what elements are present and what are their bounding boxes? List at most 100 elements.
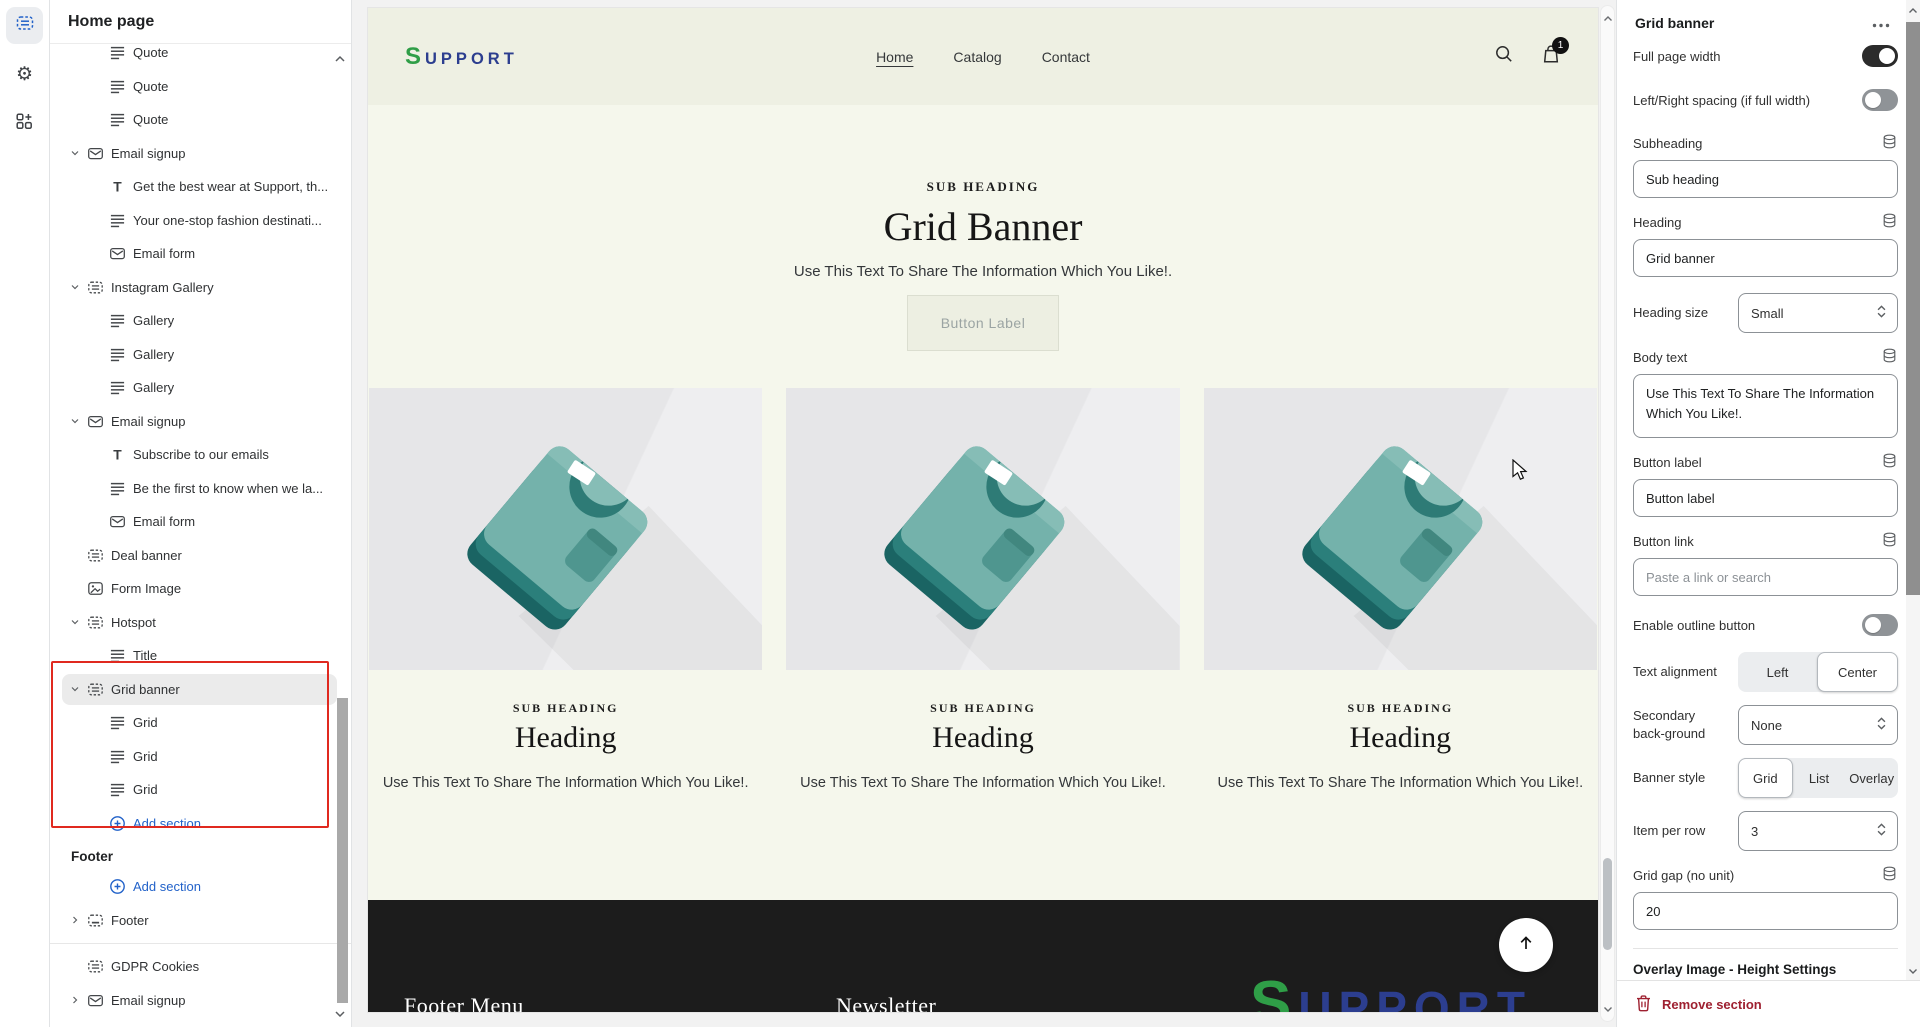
tree-row-email-signup[interactable]: Email signup (50, 984, 351, 1018)
more-options-icon[interactable] (1872, 16, 1890, 31)
full-page-width-toggle[interactable] (1862, 45, 1898, 67)
search-icon[interactable] (1494, 44, 1514, 69)
sections-rail-button[interactable] (6, 7, 43, 44)
heading-size-select[interactable]: Small (1738, 293, 1898, 333)
grid-card-3[interactable]: SUB HEADINGHeadingUse This Text To Share… (1204, 388, 1597, 791)
tree-row-your-one-stop-fashion-destinati[interactable]: Your one-stop fashion destinati... (50, 204, 351, 238)
button-link-input[interactable] (1633, 558, 1898, 596)
row-background (62, 707, 337, 739)
text-alignment-option-center[interactable]: Center (1817, 652, 1898, 692)
tree-row-footer[interactable]: Footer (50, 904, 351, 938)
dynamic-source-icon[interactable] (1881, 452, 1898, 472)
dynamic-source-icon[interactable] (1881, 347, 1898, 367)
tree-row-quote[interactable]: Quote (50, 103, 351, 137)
section-tree: QuoteQuoteQuoteEmail signupTGet the best… (50, 44, 351, 840)
tree-row-label: Add section (133, 879, 201, 894)
chevron-down-icon[interactable] (66, 683, 84, 695)
nav-link-contact[interactable]: Contact (1042, 49, 1090, 65)
tree-row-email-form[interactable]: Email form (50, 237, 351, 271)
tree-row-subscribe-to-our-emails[interactable]: TSubscribe to our emails (50, 438, 351, 472)
tree-row-hotspot[interactable]: Hotspot (50, 606, 351, 640)
tree-row-be-the-first-to-know-when-we-la[interactable]: Be the first to know when we la... (50, 472, 351, 506)
text-alignment-option-left[interactable]: Left (1738, 652, 1817, 692)
grid-card-1[interactable]: SUB HEADINGHeadingUse This Text To Share… (369, 388, 762, 791)
tree-row-quote[interactable]: Quote (50, 44, 351, 70)
grid-card-2[interactable]: SUB HEADINGHeadingUse This Text To Share… (786, 388, 1179, 791)
chevron-down-icon[interactable] (66, 281, 84, 293)
chevron-right-icon[interactable] (66, 914, 84, 926)
card-body-text: Use This Text To Share The Information W… (786, 775, 1179, 791)
store-logo[interactable]: SUPPORT (405, 43, 518, 71)
banner-style-segmented: GridListOverlay (1738, 758, 1898, 798)
tree-row-email-signup[interactable]: Email signup (50, 137, 351, 171)
heading-input[interactable] (1633, 239, 1898, 277)
dynamic-source-icon[interactable] (1881, 133, 1898, 153)
theme-settings-rail-button[interactable]: ⚙ (6, 56, 43, 93)
settings-title: Grid banner (1635, 15, 1714, 31)
remove-section-button[interactable]: Remove section (1617, 980, 1920, 1027)
theme-editor: ⚙ Home page QuoteQuoteQuoteEmail signupT… (0, 0, 1920, 1027)
tree-row-form-image[interactable]: Form Image (50, 572, 351, 606)
sidebar-scrollbar-thumb[interactable] (337, 698, 348, 1003)
dynamic-source-icon[interactable] (1881, 865, 1898, 885)
sections-sidebar: Home page QuoteQuoteQuoteEmail signupTGe… (50, 0, 352, 1027)
scroll-to-top-button[interactable] (1499, 918, 1553, 972)
banner-style-option-list[interactable]: List (1793, 758, 1846, 798)
body-text-input[interactable]: Use This Text To Share The Information W… (1633, 374, 1898, 438)
subheading-input[interactable] (1633, 160, 1898, 198)
sidebar-scroll-down-icon[interactable] (334, 1005, 346, 1023)
tree-row-quote[interactable]: Quote (50, 70, 351, 104)
dynamic-source-icon[interactable] (1881, 531, 1898, 551)
settings-scrollbar-thumb[interactable] (1906, 22, 1920, 595)
row-background (62, 506, 337, 538)
tree-row-get-the-best-wear-at-support-th[interactable]: TGet the best wear at Support, th... (50, 170, 351, 204)
item-per-row-select[interactable]: 3 (1738, 811, 1898, 851)
lr-spacing-toggle[interactable] (1862, 89, 1898, 111)
tree-row-gallery[interactable]: Gallery (50, 371, 351, 405)
button-label-input[interactable] (1633, 479, 1898, 517)
nav-link-home[interactable]: Home (876, 49, 913, 65)
hero-button[interactable]: Button Label (907, 295, 1060, 351)
enable-outline-toggle[interactable] (1862, 614, 1898, 636)
tree-row-gallery[interactable]: Gallery (50, 338, 351, 372)
banner-style-option-overlay[interactable]: Overlay (1845, 758, 1898, 798)
banner-style-option-grid[interactable]: Grid (1738, 758, 1793, 798)
email-icon (109, 245, 126, 262)
secondary-background-select[interactable]: None (1738, 705, 1898, 745)
sidebar-scroll-up-icon[interactable] (334, 50, 346, 68)
chevron-down-icon[interactable] (66, 616, 84, 628)
tree-row-instagram-gallery[interactable]: Instagram Gallery (50, 271, 351, 305)
add-section-button[interactable]: Add section (50, 870, 351, 904)
tree-row-grid[interactable]: Grid (50, 773, 351, 807)
nav-link-catalog[interactable]: Catalog (953, 49, 1001, 65)
tree-row-email-form[interactable]: Email form (50, 505, 351, 539)
settings-scroll-down-icon[interactable] (1906, 963, 1920, 978)
tree-row-email-signup[interactable]: Email signup (50, 405, 351, 439)
tree-row-deal-banner[interactable]: Deal banner (50, 539, 351, 573)
preview-scrollbar[interactable] (1600, 5, 1615, 1022)
tree-row-grid-banner[interactable]: Grid banner (50, 673, 351, 707)
arrow-up-icon (1516, 933, 1536, 958)
tree-row-grid[interactable]: Grid (50, 706, 351, 740)
chevron-down-icon[interactable] (66, 415, 84, 427)
cart-icon[interactable]: 1 (1540, 43, 1562, 70)
tree-row-gdpr-cookies[interactable]: GDPR Cookies (50, 950, 351, 984)
add-section-button[interactable]: Add section (50, 807, 351, 841)
settings-scroll-up-icon[interactable] (1906, 2, 1920, 17)
apps-rail-button[interactable] (6, 105, 43, 142)
tree-row-label: Email signup (111, 414, 185, 429)
chevron-right-icon[interactable] (66, 994, 84, 1006)
tree-row-label: Grid banner (111, 682, 180, 697)
tree-row-gallery[interactable]: Gallery (50, 304, 351, 338)
full-page-width-label: Full page width (1633, 49, 1720, 64)
grid-gap-input[interactable] (1633, 892, 1898, 930)
tree-row-title[interactable]: Title (50, 639, 351, 673)
chevron-down-icon[interactable] (66, 147, 84, 159)
preview-scroll-down-icon[interactable] (1601, 1000, 1614, 1018)
dynamic-source-icon[interactable] (1881, 212, 1898, 232)
preview-scrollbar-thumb[interactable] (1603, 858, 1612, 950)
settings-scrollbar[interactable] (1906, 0, 1920, 980)
text-icon (109, 748, 126, 765)
tree-row-grid[interactable]: Grid (50, 740, 351, 774)
preview-scroll-up-icon[interactable] (1601, 9, 1614, 27)
